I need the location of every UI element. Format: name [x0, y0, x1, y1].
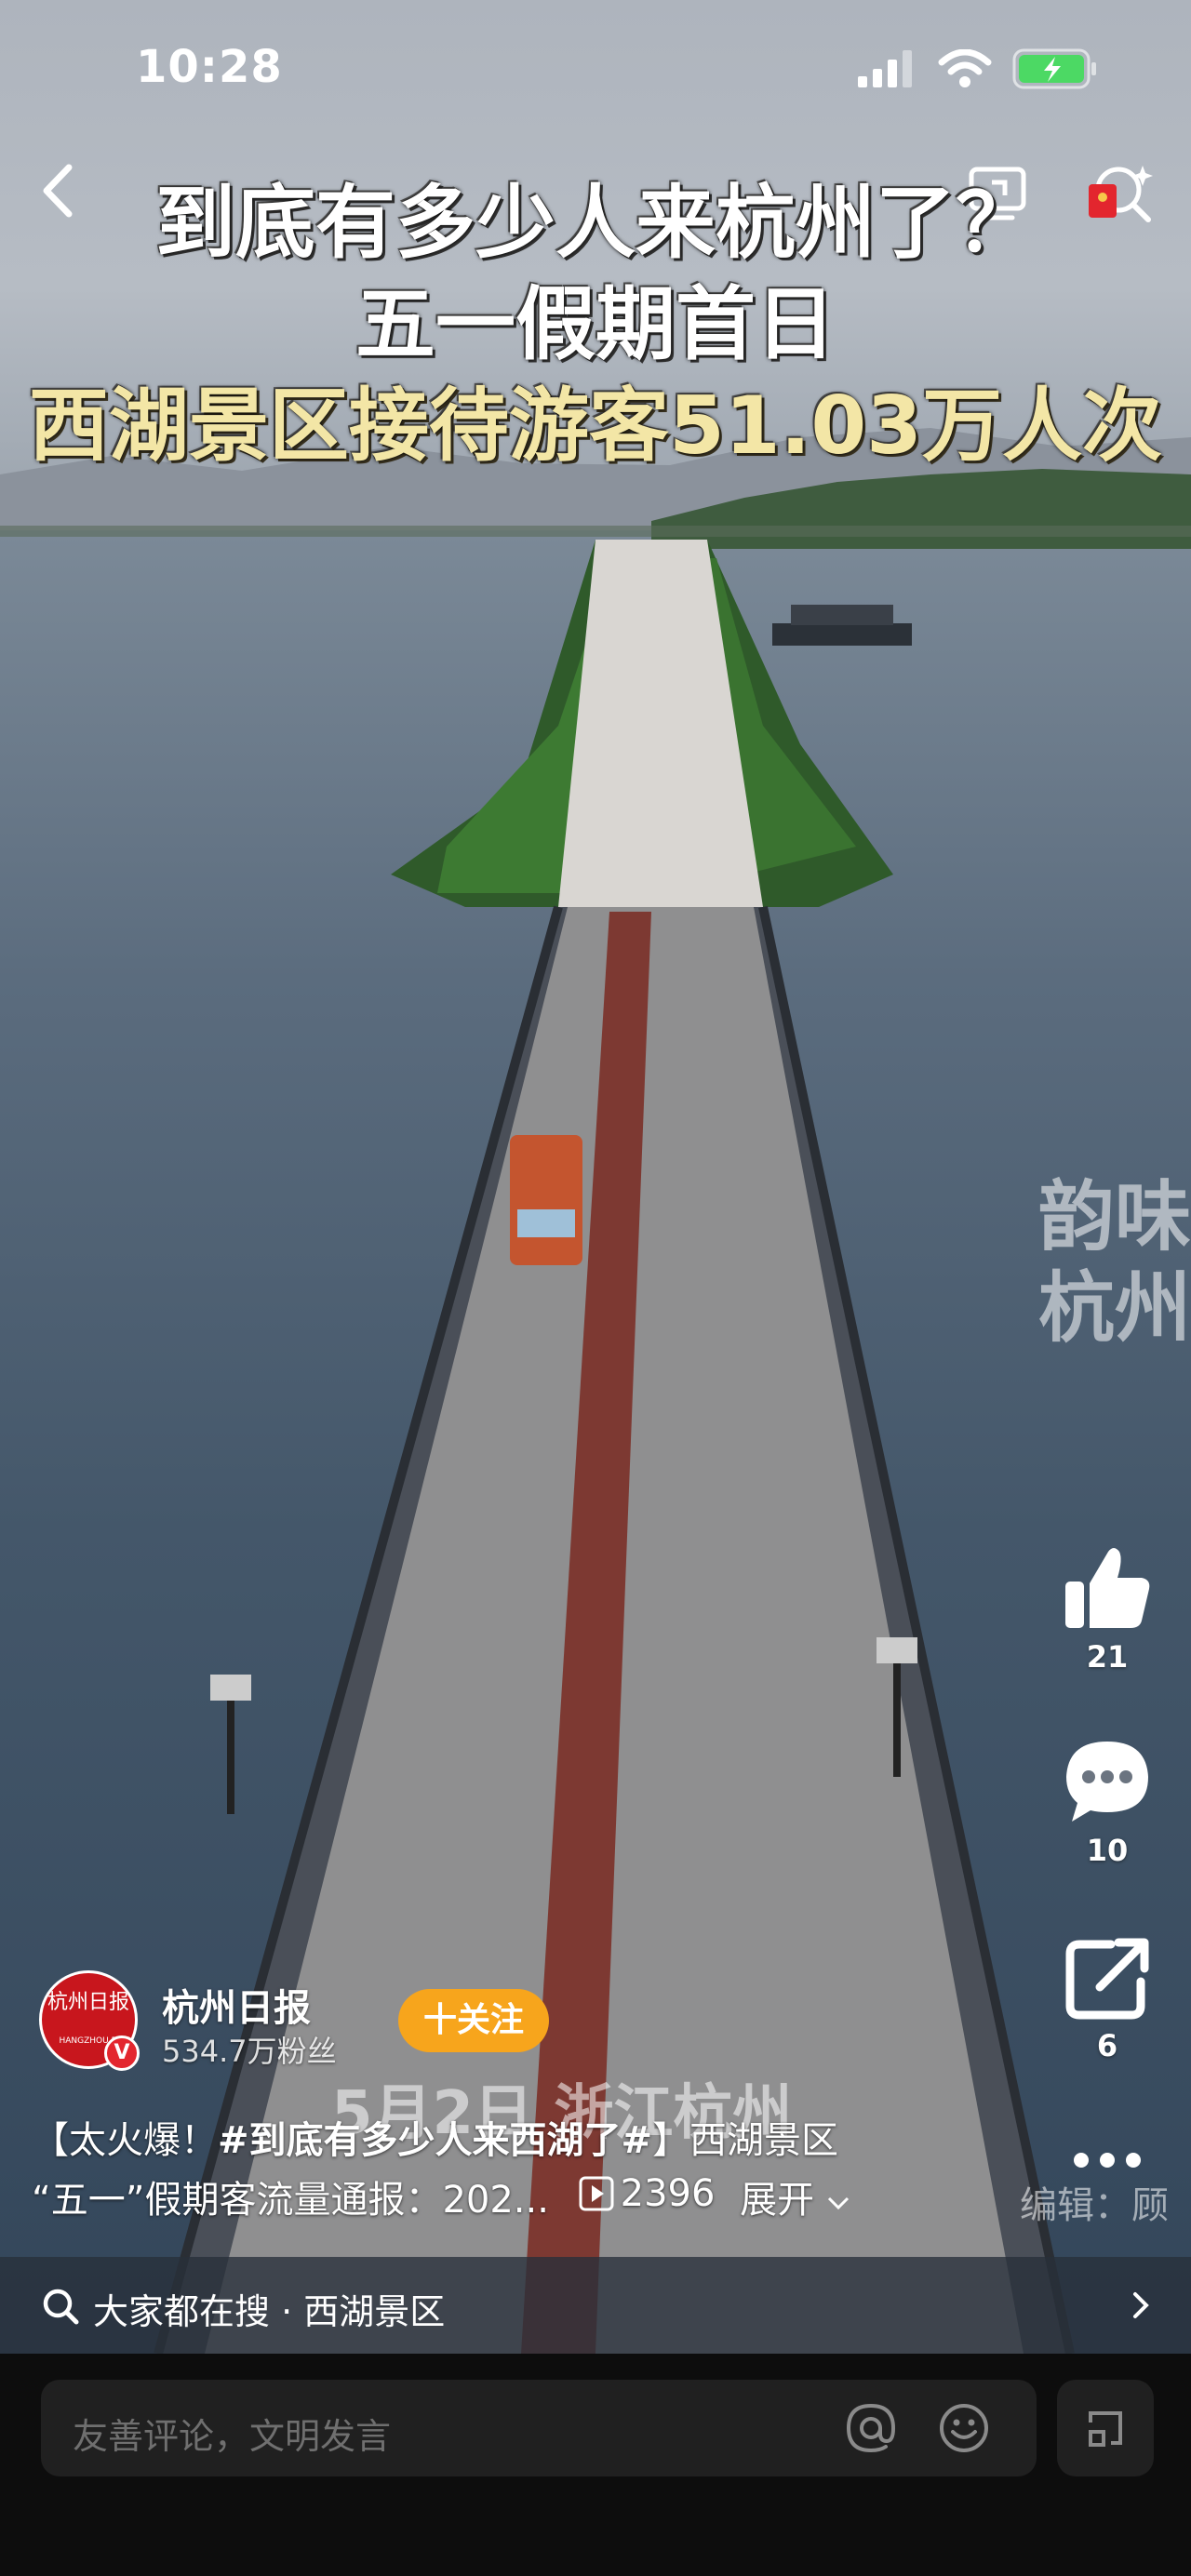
verified-badge-icon: V: [104, 2035, 140, 2071]
share-button[interactable]: 6: [1061, 1935, 1154, 2063]
comment-bubble-icon: [1066, 1742, 1148, 1822]
comment-bar: 友善评论，文明发言: [0, 2354, 1191, 2576]
cellular-signal-icon: [858, 50, 912, 87]
follow-button[interactable]: 十关注: [398, 1989, 549, 2052]
comment-count: 10: [1086, 1833, 1129, 1868]
like-button[interactable]: 21: [1061, 1544, 1154, 1675]
channel-watermark: 韵味 杭州: [1038, 1172, 1191, 1355]
video-description-line-1[interactable]: 【太火爆！#到底有多少人来西湖了#】西湖景区: [32, 2110, 962, 2164]
trending-search-bar[interactable]: 大家都在搜 · 西湖景区: [0, 2257, 1191, 2354]
comment-placeholder: 友善评论，文明发言: [73, 2416, 392, 2457]
hashtag-link[interactable]: #到底有多少人来西湖了#: [218, 2119, 652, 2162]
avatar-logo-text: 杭州日报: [47, 1991, 129, 2014]
headline-line-3: 西湖景区接待游客51.03万人次: [28, 380, 1163, 473]
description-text: “五一”假期客流量通报：202...: [32, 2179, 549, 2222]
search-icon: [43, 2289, 79, 2325]
comment-button[interactable]: 10: [1061, 1736, 1154, 1868]
chevron-right-icon: [1133, 2292, 1149, 2318]
video-description-line-2[interactable]: “五一”假期客流量通报：202... 2396 展开: [32, 2169, 962, 2223]
wifi-icon: [938, 49, 992, 87]
chevron-down-icon: [827, 2196, 849, 2210]
status-icons: [858, 48, 1098, 89]
editor-credit: 编辑：顾: [1020, 2184, 1169, 2227]
like-count: 21: [1086, 1639, 1129, 1675]
trending-search-text: 大家都在搜 · 西湖景区: [93, 2283, 445, 2334]
expand-comment-button[interactable]: [1057, 2380, 1154, 2476]
watermark-line-1: 韵味: [1038, 1173, 1191, 1261]
play-count-value: 2396: [620, 2172, 716, 2215]
search-dot: ·: [281, 2291, 293, 2332]
video-headline: 到底有多少人来杭州了？ 五一假期首日 西湖景区接待游客51.03万人次: [0, 172, 1191, 477]
more-dots-icon: [1074, 2153, 1141, 2168]
headline-line-1: 到底有多少人来杭州了？: [155, 177, 1036, 270]
play-count-icon: [579, 2176, 614, 2211]
more-button[interactable]: [1061, 2149, 1154, 2175]
description-prefix: 【太火爆！: [32, 2119, 218, 2162]
play-count: 2396: [578, 2172, 716, 2215]
comment-input[interactable]: 友善评论，文明发言: [41, 2380, 1037, 2476]
author-followers: 534.7万粉丝: [162, 2034, 337, 2069]
share-count: 6: [1096, 2028, 1118, 2063]
expand-arrows-icon: [1089, 2411, 1122, 2447]
battery-charging-icon: [1012, 48, 1096, 89]
status-time: 10:28: [136, 41, 283, 93]
emoji-icon[interactable]: [936, 2400, 992, 2456]
expand-description-button[interactable]: 展开: [740, 2179, 850, 2222]
thumbs-up-icon: [1065, 1548, 1150, 1628]
expand-label: 展开: [740, 2179, 815, 2222]
search-prefix: 大家都在搜: [93, 2291, 271, 2332]
description-suffix: 】西湖景区: [652, 2119, 839, 2162]
search-query: 西湖景区: [303, 2291, 446, 2332]
share-icon: [1065, 1938, 1149, 2020]
watermark-line-2: 杭州: [1038, 1264, 1191, 1353]
mention-at-icon[interactable]: [843, 2400, 899, 2456]
headline-line-2: 五一假期首日: [355, 278, 836, 371]
status-bar: 10:28: [0, 0, 1191, 140]
author-name[interactable]: 杭州日报: [162, 1978, 311, 2032]
